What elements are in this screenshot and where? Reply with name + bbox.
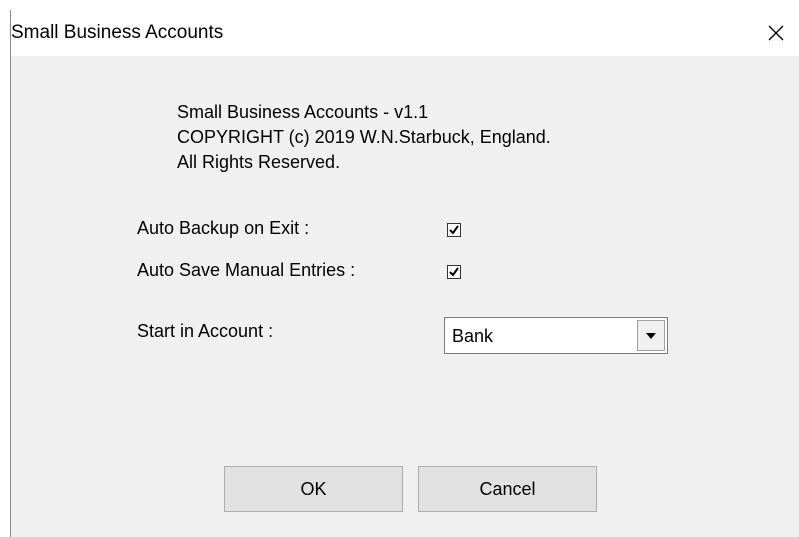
dialog-content: Small Business Accounts - v1.1 COPYRIGHT…	[11, 56, 799, 537]
auto-save-checkbox[interactable]	[447, 265, 461, 279]
about-version: Small Business Accounts - v1.1	[177, 102, 429, 122]
auto-save-label: Auto Save Manual Entries :	[137, 260, 356, 280]
about-copyright: COPYRIGHT (c) 2019 W.N.Starbuck, England…	[177, 127, 551, 147]
checkmark-icon	[449, 225, 459, 235]
chevron-down-icon	[646, 332, 656, 339]
start-account-select[interactable]: Bank	[444, 317, 668, 354]
start-account-value: Bank	[452, 326, 494, 346]
auto-backup-label: Auto Backup on Exit :	[137, 218, 310, 238]
title-bar: Small Business Accounts	[11, 10, 799, 56]
cancel-button[interactable]: Cancel	[418, 466, 597, 512]
ok-button[interactable]: OK	[224, 466, 403, 512]
dialog-window: Small Business Accounts Small Business A…	[10, 10, 799, 537]
close-button[interactable]	[753, 10, 799, 56]
start-account-label: Start in Account :	[137, 321, 274, 341]
desktop-background: Small Business Accounts Small Business A…	[0, 0, 799, 537]
checkmark-icon	[449, 267, 459, 277]
about-text: Small Business Accounts - v1.1 COPYRIGHT…	[177, 100, 551, 175]
dropdown-button[interactable]	[637, 320, 665, 351]
window-title: Small Business Accounts	[11, 22, 224, 43]
close-icon	[768, 25, 784, 41]
auto-backup-checkbox[interactable]	[447, 223, 461, 237]
about-rights: All Rights Reserved.	[177, 152, 341, 172]
